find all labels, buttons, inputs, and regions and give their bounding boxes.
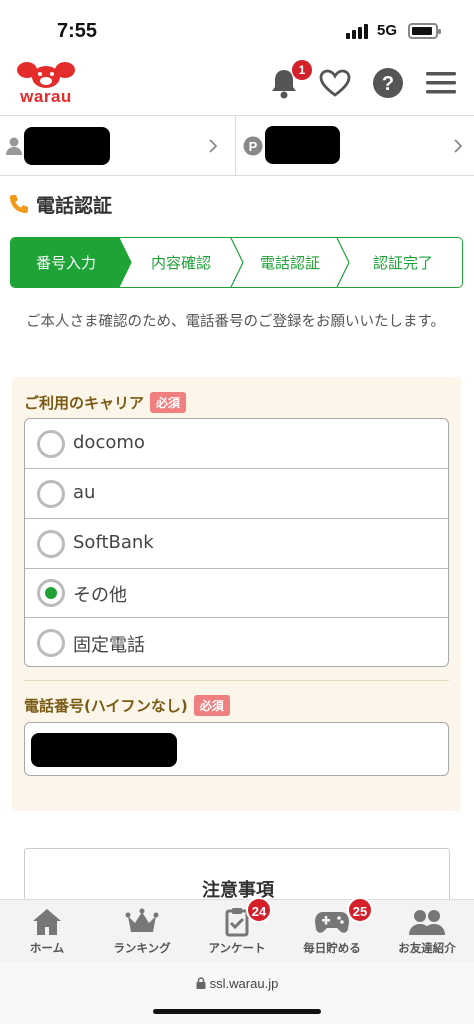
warau-logo[interactable]: warau bbox=[14, 60, 78, 108]
friends-icon bbox=[380, 906, 474, 938]
logo-text: warau bbox=[20, 87, 72, 106]
carrier-radio-group: docomo au SoftBank その他 固定電話 bbox=[24, 418, 449, 667]
nav-label: ホーム bbox=[29, 941, 65, 955]
nav-ranking[interactable]: ランキング bbox=[95, 900, 189, 963]
points-link[interactable]: P bbox=[237, 116, 474, 176]
survey-badge: 24 bbox=[246, 897, 272, 923]
divider bbox=[24, 680, 449, 681]
bottom-nav: ホーム ランキング 24 アンケート 25 毎日貯める お友達紹介 bbox=[0, 897, 474, 963]
user-account-link[interactable] bbox=[0, 116, 236, 176]
phone-label-text: 電話番号(ハイフンなし) bbox=[24, 697, 188, 715]
network-type: 5G bbox=[377, 22, 398, 39]
menu-icon[interactable] bbox=[424, 66, 458, 100]
chevron-right-icon bbox=[454, 139, 463, 153]
step-1: 番号入力 bbox=[35, 254, 96, 272]
radio-button[interactable] bbox=[37, 530, 65, 558]
required-badge: 必須 bbox=[150, 392, 187, 413]
svg-text:P: P bbox=[249, 139, 258, 154]
app-header: warau ? bbox=[0, 58, 474, 116]
intro-text: ご本人さま確認のため、電話番号のご登録をお願いいたします。 bbox=[26, 314, 446, 330]
status-time: 7:55 bbox=[57, 20, 98, 42]
points-icon: P bbox=[243, 136, 263, 156]
url-display[interactable]: ssl.warau.jp bbox=[0, 976, 474, 991]
radio-label: SoftBank bbox=[73, 532, 154, 553]
phone-icon bbox=[10, 195, 28, 213]
crown-icon bbox=[95, 906, 189, 938]
radio-option-landline[interactable]: 固定電話 bbox=[25, 618, 448, 666]
url-text: ssl.warau.jp bbox=[209, 976, 279, 991]
nav-invite[interactable]: お友達紹介 bbox=[380, 900, 474, 963]
radio-button[interactable] bbox=[37, 629, 65, 657]
phone-number-input[interactable] bbox=[24, 722, 449, 776]
heart-icon[interactable] bbox=[318, 66, 352, 100]
radio-option-au[interactable]: au bbox=[25, 469, 448, 519]
nav-daily[interactable]: 25 毎日貯める bbox=[285, 897, 379, 963]
page-title: 電話認証 bbox=[36, 194, 113, 217]
radio-option-softbank[interactable]: SoftBank bbox=[25, 519, 448, 569]
status-bar: 7:55 5G bbox=[0, 0, 474, 58]
logo-mascot-icon bbox=[17, 62, 75, 88]
nav-label: ランキング bbox=[113, 941, 171, 955]
nav-survey[interactable]: 24 アンケート bbox=[190, 897, 284, 963]
account-bar: P bbox=[0, 116, 474, 176]
home-icon bbox=[0, 906, 94, 938]
daily-badge: 25 bbox=[347, 897, 373, 923]
carrier-label-text: ご利用のキャリア bbox=[24, 394, 145, 412]
nav-label: 毎日貯める bbox=[303, 941, 361, 955]
radio-option-other[interactable]: その他 bbox=[25, 568, 448, 618]
nav-label: お友達紹介 bbox=[398, 941, 456, 955]
radio-label: その他 bbox=[73, 585, 127, 606]
radio-label: docomo bbox=[73, 432, 145, 453]
radio-button-checked[interactable] bbox=[37, 579, 65, 607]
help-icon[interactable]: ? bbox=[371, 66, 405, 100]
step-3: 電話認証 bbox=[259, 254, 320, 272]
section-heading: 電話認証 bbox=[8, 190, 112, 218]
carrier-label: ご利用のキャリア 必須 bbox=[24, 392, 187, 413]
browser-url-bar: ssl.warau.jp bbox=[0, 962, 474, 1024]
redacted-phone-number bbox=[31, 733, 177, 767]
chevron-right-icon bbox=[209, 139, 218, 153]
nav-home[interactable]: ホーム bbox=[0, 900, 94, 963]
phone-label: 電話番号(ハイフンなし) 必須 bbox=[24, 695, 230, 716]
redacted-points bbox=[265, 126, 340, 164]
lock-icon bbox=[196, 977, 206, 989]
radio-button[interactable] bbox=[37, 480, 65, 508]
step-4: 認証完了 bbox=[372, 254, 433, 272]
redacted-username bbox=[24, 127, 110, 165]
user-icon bbox=[6, 137, 22, 155]
home-indicator[interactable] bbox=[153, 1009, 321, 1014]
step-2: 内容確認 bbox=[150, 254, 211, 272]
radio-label: au bbox=[73, 482, 96, 503]
radio-label: 固定電話 bbox=[73, 635, 145, 656]
radio-option-docomo[interactable]: docomo bbox=[25, 419, 448, 469]
radio-button[interactable] bbox=[37, 430, 65, 458]
nav-label: アンケート bbox=[208, 941, 266, 955]
form-panel: ご利用のキャリア 必須 docomo au SoftBank その他 固定電話 … bbox=[12, 377, 461, 811]
step-indicator: 番号入力 内容確認 電話認証 認証完了 bbox=[10, 237, 463, 288]
required-badge: 必須 bbox=[193, 695, 230, 716]
notification-badge: 1 bbox=[292, 60, 312, 80]
battery-icon bbox=[408, 23, 441, 39]
svg-text:?: ? bbox=[382, 73, 394, 95]
signal-icon bbox=[346, 23, 370, 39]
